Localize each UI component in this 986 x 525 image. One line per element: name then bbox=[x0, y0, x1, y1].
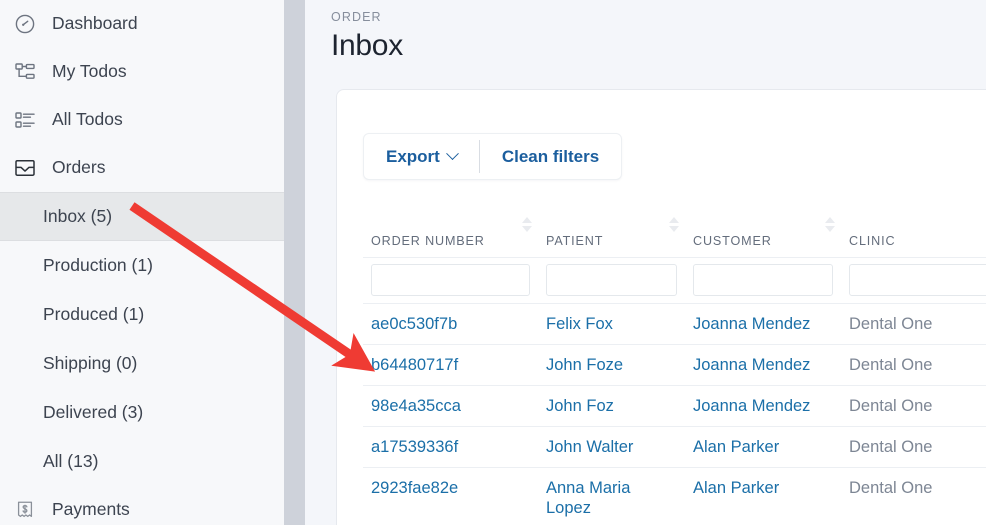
sidebar-subitem-production[interactable]: Production (1) bbox=[0, 241, 284, 290]
sidebar-item-label: All Todos bbox=[52, 109, 123, 130]
orders-table-head: ORDER NUMBER PATIENT CUSTOMER CLINIC bbox=[363, 203, 986, 258]
filter-input-clinic[interactable] bbox=[849, 263, 986, 296]
sidebar-item-all-todos[interactable]: All Todos bbox=[0, 96, 284, 144]
sidebar-item-orders[interactable]: Orders bbox=[0, 144, 284, 192]
filter-cell-order-number bbox=[363, 257, 538, 304]
column-header-clinic[interactable]: CLINIC bbox=[841, 203, 986, 258]
sidebar-item-my-todos[interactable]: My Todos bbox=[0, 48, 284, 96]
cell-clinic: Dental One bbox=[841, 303, 986, 345]
sidebar-subitem-label: Inbox (5) bbox=[43, 206, 113, 226]
column-header-label: CLINIC bbox=[849, 233, 896, 248]
sidebar-subitem-produced[interactable]: Produced (1) bbox=[0, 290, 284, 339]
export-button[interactable]: Export bbox=[364, 134, 479, 179]
sidebar: Dashboard My Todos All Todos Orders Inbo… bbox=[0, 0, 284, 525]
orders-table-container: ORDER NUMBER PATIENT CUSTOMER CLINIC ae0… bbox=[363, 203, 986, 525]
table-row[interactable]: 2923fae82e Anna Maria Lopez Alan Parker Den… bbox=[363, 467, 986, 525]
sidebar-subitem-inbox[interactable]: Inbox (5) bbox=[0, 192, 284, 241]
sidebar-item-label: Orders bbox=[52, 157, 106, 178]
clean-filters-button[interactable]: Clean filters bbox=[480, 134, 621, 179]
inbox-tray-icon bbox=[10, 156, 40, 180]
filter-input-customer[interactable] bbox=[693, 263, 833, 296]
sidebar-content-divider bbox=[284, 0, 305, 525]
filter-input-patient[interactable] bbox=[546, 263, 677, 296]
cell-clinic: Dental One bbox=[841, 467, 986, 525]
breadcrumb-eyebrow: ORDER bbox=[331, 10, 382, 24]
cell-customer[interactable]: Joanna Mendez bbox=[685, 344, 841, 386]
sidebar-subitem-label: Delivered (3) bbox=[43, 402, 144, 422]
gauge-icon bbox=[10, 12, 40, 36]
cell-order_number[interactable]: ae0c530f7b bbox=[363, 303, 538, 345]
sidebar-item-label: Payments bbox=[52, 499, 130, 520]
orders-table-body: ae0c530f7b Felix Fox Joanna Mendez Dental O… bbox=[363, 303, 986, 525]
filter-input-order-number[interactable] bbox=[371, 263, 530, 296]
filter-cell-clinic bbox=[841, 257, 986, 304]
cell-patient[interactable]: Anna Maria Lopez bbox=[538, 467, 685, 525]
app-root: Dashboard My Todos All Todos Orders Inbo… bbox=[0, 0, 986, 525]
cell-patient[interactable]: John Foze bbox=[538, 344, 685, 386]
cell-clinic: Dental One bbox=[841, 426, 986, 469]
sidebar-item-label: My Todos bbox=[52, 61, 127, 82]
cell-order_number[interactable]: 98e4a35cca bbox=[363, 385, 538, 427]
sidebar-subitem-label: All (13) bbox=[43, 451, 99, 471]
sidebar-subitem-label: Produced (1) bbox=[43, 304, 145, 324]
column-header-label: CUSTOMER bbox=[693, 233, 772, 248]
sort-toggle-icon[interactable] bbox=[825, 217, 835, 239]
column-header-label: PATIENT bbox=[546, 233, 604, 248]
column-header-order-number[interactable]: ORDER NUMBER bbox=[363, 203, 538, 258]
sidebar-item-payments[interactable]: Payments bbox=[0, 486, 284, 525]
sidebar-subitem-all[interactable]: All (13) bbox=[0, 437, 284, 486]
sidebar-orders-subnav: Inbox (5) Production (1) Produced (1) Sh… bbox=[0, 192, 284, 486]
cell-patient[interactable]: John Walter bbox=[538, 426, 685, 469]
table-row[interactable]: 98e4a35cca John Foz Joanna Mendez Dental On… bbox=[363, 385, 986, 427]
sort-toggle-icon[interactable] bbox=[522, 217, 532, 239]
cell-order_number[interactable]: a17539336f bbox=[363, 426, 538, 469]
sidebar-item-dashboard[interactable]: Dashboard bbox=[0, 0, 284, 48]
filter-cell-patient bbox=[538, 257, 685, 304]
cell-patient[interactable]: Felix Fox bbox=[538, 303, 685, 345]
table-row[interactable]: ae0c530f7b Felix Fox Joanna Mendez Dental O… bbox=[363, 303, 986, 345]
sidebar-primary-nav: Dashboard My Todos All Todos Orders bbox=[0, 0, 284, 192]
table-row[interactable]: b64480717f John Foze Joanna Mendez Dental O… bbox=[363, 344, 986, 386]
filter-cell-customer bbox=[685, 257, 841, 304]
cell-patient[interactable]: John Foz bbox=[538, 385, 685, 427]
column-header-customer[interactable]: CUSTOMER bbox=[685, 203, 841, 258]
sidebar-subitem-delivered[interactable]: Delivered (3) bbox=[0, 388, 284, 437]
sidebar-item-label: Dashboard bbox=[52, 13, 138, 34]
cell-clinic: Dental One bbox=[841, 385, 986, 427]
sidebar-subitem-label: Production (1) bbox=[43, 255, 153, 275]
table-row[interactable]: a17539336f John Walter Alan Parker Dental O… bbox=[363, 426, 986, 469]
cell-order_number[interactable]: b64480717f bbox=[363, 344, 538, 386]
cell-clinic: Dental One bbox=[841, 344, 986, 386]
cell-customer[interactable]: Alan Parker bbox=[685, 426, 841, 469]
column-header-patient[interactable]: PATIENT bbox=[538, 203, 685, 258]
checklist-icon bbox=[10, 108, 40, 132]
cell-order_number[interactable]: 2923fae82e bbox=[363, 467, 538, 525]
cell-customer[interactable]: Joanna Mendez bbox=[685, 385, 841, 427]
orders-card: Export Clean filters ORDER NUMBER PATIEN… bbox=[336, 89, 986, 525]
org-tree-icon bbox=[10, 60, 40, 84]
filter-row bbox=[363, 257, 986, 304]
main-content: ORDER Inbox Export Clean filters ORDER N… bbox=[305, 0, 986, 525]
orders-table-filters bbox=[363, 257, 986, 304]
export-button-label: Export bbox=[386, 146, 440, 166]
page-header: ORDER Inbox bbox=[305, 0, 986, 64]
sort-toggle-icon[interactable] bbox=[669, 217, 679, 239]
sidebar-subitem-shipping[interactable]: Shipping (0) bbox=[0, 339, 284, 388]
sidebar-subitem-label: Shipping (0) bbox=[43, 353, 138, 373]
table-toolbar: Export Clean filters bbox=[363, 133, 623, 180]
table-header-row: ORDER NUMBER PATIENT CUSTOMER CLINIC bbox=[363, 203, 986, 258]
column-header-label: ORDER NUMBER bbox=[371, 233, 485, 248]
orders-table: ORDER NUMBER PATIENT CUSTOMER CLINIC ae0… bbox=[363, 203, 986, 525]
cell-customer[interactable]: Joanna Mendez bbox=[685, 303, 841, 345]
page-title: Inbox bbox=[331, 29, 403, 62]
receipt-dollar-icon bbox=[10, 498, 40, 522]
cell-customer[interactable]: Alan Parker bbox=[685, 467, 841, 525]
chevron-down-icon bbox=[445, 147, 459, 161]
